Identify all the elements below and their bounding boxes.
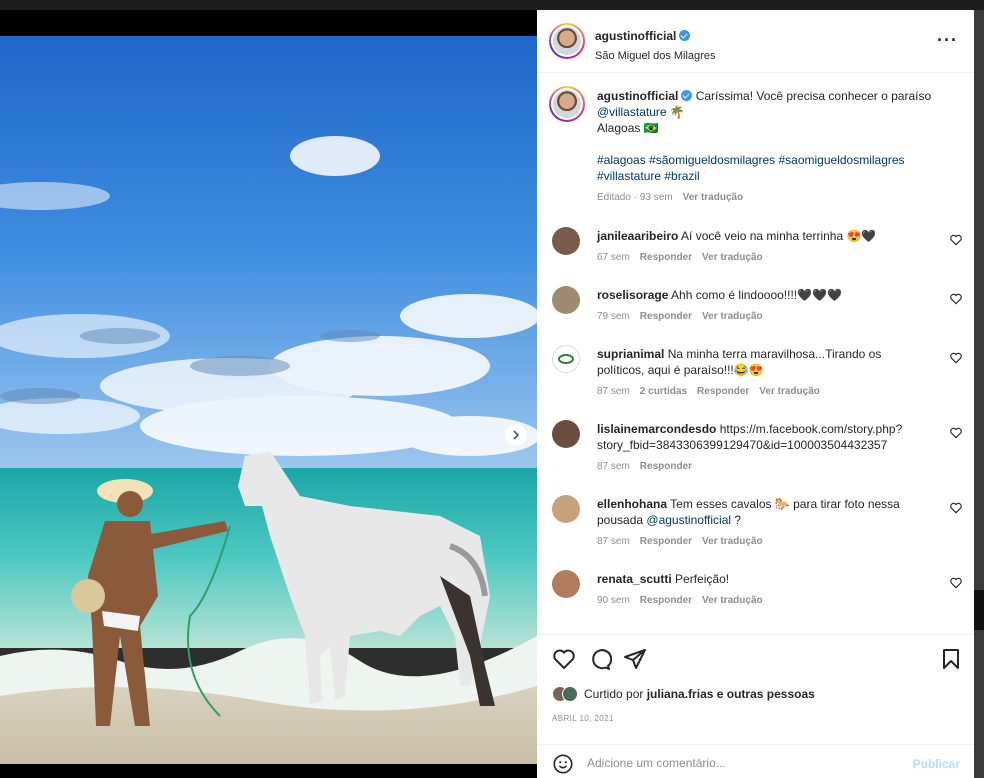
caption-translate-link[interactable]: Ver tradução xyxy=(683,192,744,203)
beach-horse-photo xyxy=(0,36,537,764)
heart-icon[interactable] xyxy=(552,647,576,671)
post-actions: Curtido por juliana.frias e outras pesso… xyxy=(537,634,974,754)
reply-button[interactable]: Responder xyxy=(640,311,692,322)
comment-time: 87 sem xyxy=(597,536,630,547)
background-edge xyxy=(974,10,984,778)
publish-button[interactable]: Publicar xyxy=(913,757,960,771)
reply-button[interactable]: Responder xyxy=(640,595,692,606)
translate-link[interactable]: Ver tradução xyxy=(702,252,763,263)
commenter-avatar[interactable] xyxy=(552,420,580,448)
reply-button[interactable]: Responder xyxy=(640,536,692,547)
commenter-avatar[interactable] xyxy=(552,227,580,255)
comment-body: lislainemarcondesdo https://m.facebook.c… xyxy=(597,421,907,475)
comment-text: Aí você veio na minha terrinha 😍🖤 xyxy=(681,229,877,243)
caption-line2: Alagoas 🇧🇷 xyxy=(597,121,659,135)
hashtag[interactable]: #sãomigueldosmilagres xyxy=(649,153,775,167)
comment-time: 79 sem xyxy=(597,311,630,322)
comment-input[interactable] xyxy=(587,753,887,773)
carousel-next-button[interactable] xyxy=(505,424,527,446)
heart-icon[interactable] xyxy=(949,576,963,590)
comment-time: 90 sem xyxy=(597,595,630,606)
post-photo[interactable] xyxy=(0,36,537,764)
comment-likes[interactable]: 2 curtidas xyxy=(640,386,687,397)
comment-mention[interactable]: @agustinofficial xyxy=(646,513,731,527)
post-location[interactable]: São Miguel dos Milagres xyxy=(595,50,715,62)
caption-username[interactable]: agustinofficial xyxy=(597,89,678,103)
comment-body: janileaaribeiro Aí você veio na minha te… xyxy=(597,228,907,266)
more-horizontal-icon[interactable]: ··· xyxy=(937,30,958,51)
commenter-username[interactable]: renata_scutti xyxy=(597,572,672,586)
comment-body: suprianimal Na minha terra maravilhosa..… xyxy=(597,346,907,400)
photo-letterbox-top xyxy=(0,10,537,36)
comment-text: Ahh como é lindoooo!!!!🖤🖤🖤 xyxy=(671,288,842,302)
comment-body: ellenhohana Tem esses cavalos 🐎 para tir… xyxy=(597,496,907,550)
caption-mention-suffix: 🌴 xyxy=(666,105,685,119)
post-date[interactable]: ABRIL 10, 2021 xyxy=(552,714,614,723)
translate-link[interactable]: Ver tradução xyxy=(759,386,820,397)
post-side-panel: agustinofficial São Miguel dos Milagres … xyxy=(537,10,974,778)
caption-text: Caríssima! Você precisa conhecer o paraí… xyxy=(695,89,932,103)
heart-icon[interactable] xyxy=(949,501,963,515)
commenter-username[interactable]: suprianimal xyxy=(597,347,664,361)
hashtag[interactable]: #villastature xyxy=(597,169,661,183)
heart-icon[interactable] xyxy=(949,426,963,440)
comment-time: 67 sem xyxy=(597,252,630,263)
caption-meta: Editado · 93 sem Ver tradução xyxy=(597,190,957,206)
heart-icon[interactable] xyxy=(949,351,963,365)
comment-time: 87 sem xyxy=(597,386,630,397)
reply-button[interactable]: Responder xyxy=(640,461,692,472)
commenter-avatar[interactable] xyxy=(552,345,580,373)
commenter-username[interactable]: roselisorage xyxy=(597,288,668,302)
paper-plane-icon[interactable] xyxy=(623,647,647,671)
liked-by-suffix[interactable]: e outras pessoas xyxy=(717,687,815,701)
comment-text-after: ? xyxy=(731,513,742,527)
commenter-username[interactable]: ellenhohana xyxy=(597,497,667,511)
comment-text: Perfeição! xyxy=(675,572,730,586)
smiley-icon[interactable] xyxy=(552,753,574,775)
heart-icon[interactable] xyxy=(949,233,963,247)
hashtag[interactable]: #alagoas xyxy=(597,153,646,167)
caption-edited-time: Editado · 93 sem xyxy=(597,192,673,203)
commenter-username[interactable]: janileaaribeiro xyxy=(597,229,678,243)
translate-link[interactable]: Ver tradução xyxy=(702,536,763,547)
translate-link[interactable]: Ver tradução xyxy=(702,311,763,322)
caption-avatar[interactable] xyxy=(549,86,585,122)
hashtag[interactable]: #brazil xyxy=(664,169,699,183)
liked-by-user[interactable]: juliana.frias xyxy=(647,687,714,701)
commenter-avatar[interactable] xyxy=(552,570,580,598)
verified-badge-icon xyxy=(679,30,691,41)
commenter-avatar[interactable] xyxy=(552,286,580,314)
author-username[interactable]: agustinofficial xyxy=(595,29,676,43)
chevron-right-icon xyxy=(513,430,520,440)
post-header: agustinofficial São Miguel dos Milagres … xyxy=(537,10,974,73)
commenter-avatar[interactable] xyxy=(552,495,580,523)
comment-icon[interactable] xyxy=(588,647,612,671)
comment-body: roselisorage Ahh como é lindoooo!!!!🖤🖤🖤 … xyxy=(597,287,907,325)
commenter-username[interactable]: lislainemarcondesdo xyxy=(597,422,716,436)
heart-icon[interactable] xyxy=(949,292,963,306)
caption-mention[interactable]: @villastature xyxy=(597,105,667,119)
author-avatar[interactable] xyxy=(549,23,585,59)
add-comment-bar: Publicar xyxy=(537,744,974,778)
hashtag[interactable]: #saomigueldosmilagres xyxy=(778,153,904,167)
liked-by-prefix: Curtido por xyxy=(584,687,644,701)
translate-link[interactable]: Ver tradução xyxy=(702,595,763,606)
reply-button[interactable]: Responder xyxy=(640,252,692,263)
comment-body: renata_scutti Perfeição! 90 sem Responder… xyxy=(597,571,907,609)
reply-button[interactable]: Responder xyxy=(697,386,749,397)
comments-list: agustinofficial Caríssima! Você precisa … xyxy=(537,74,974,634)
caption-text-block: agustinofficial Caríssima! Você precisa … xyxy=(597,88,957,206)
liker-avatar xyxy=(562,686,578,702)
verified-badge-icon xyxy=(681,90,693,101)
comment-time: 87 sem xyxy=(597,461,630,472)
browser-top-strip xyxy=(0,0,984,10)
bookmark-icon[interactable] xyxy=(939,647,963,671)
liked-by: Curtido por juliana.frias e outras pesso… xyxy=(552,686,815,702)
photo-letterbox-bottom xyxy=(0,764,537,778)
